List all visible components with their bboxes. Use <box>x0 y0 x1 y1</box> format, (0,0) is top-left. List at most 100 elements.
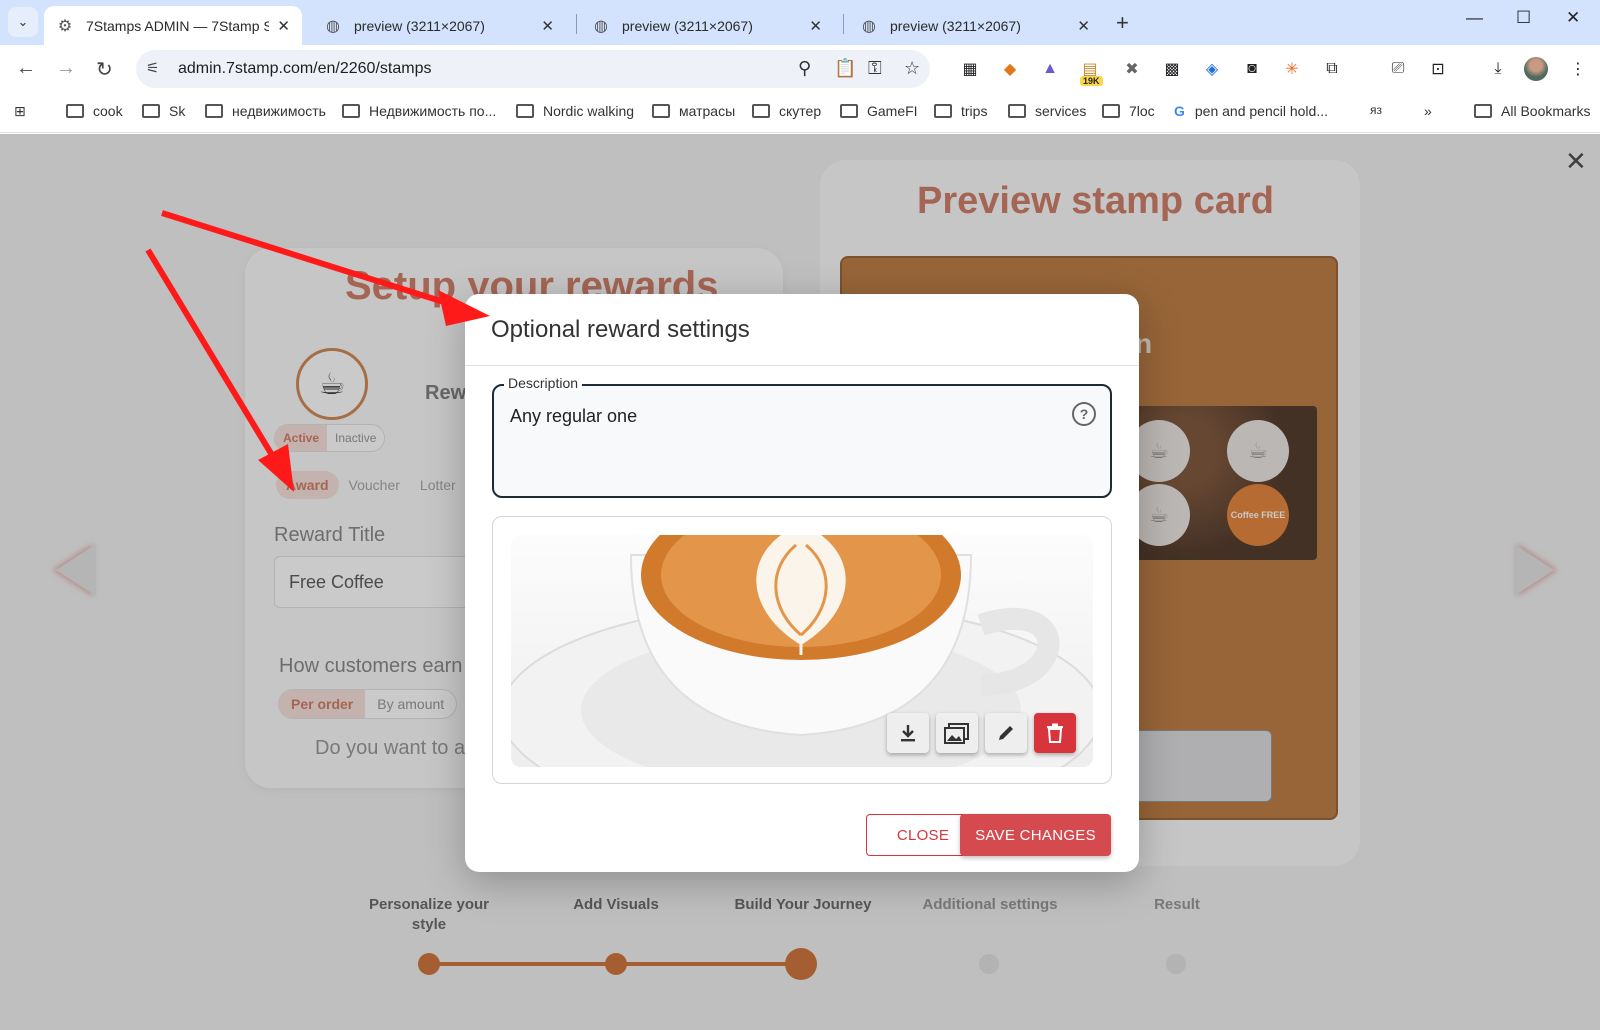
bookmark-label: services <box>1035 103 1087 119</box>
delete-icon <box>1047 723 1063 743</box>
globe-icon: ◍ <box>594 17 608 35</box>
bookmark-label: матрасы <box>679 103 736 119</box>
reward-image-panel <box>492 516 1112 784</box>
google-icon: G <box>1174 103 1185 119</box>
bookmark-label: Nordic walking <box>543 103 635 119</box>
bookmark-folder[interactable]: недвижимость <box>205 103 326 119</box>
close-tab-icon[interactable]: ✕ <box>809 17 822 35</box>
bookmark-label: GameFI <box>867 103 918 119</box>
all-bookmarks-folder[interactable]: All Bookmarks <box>1474 103 1590 119</box>
bookmark-folder[interactable]: cook <box>66 103 123 119</box>
bookmarks-bar: ⊞ cook Sk недвижимость Недвижимость по..… <box>0 93 1600 133</box>
browser-tab-3[interactable]: ◍ preview (3211×2067) ✕ <box>580 6 834 45</box>
key-icon[interactable]: ⚿ <box>868 58 882 79</box>
bookmark-folder[interactable]: Sk <box>142 103 185 119</box>
bookmark-label: pen and pencil hold... <box>1194 103 1328 119</box>
tab-divider <box>576 14 577 34</box>
bookmark-folder[interactable]: trips <box>934 103 987 119</box>
browser-tab-4[interactable]: ◍ preview (3211×2067) ✕ <box>848 6 1102 45</box>
bookmark-folder[interactable]: матрасы <box>652 103 735 119</box>
ethereum-icon[interactable]: ▲ <box>1040 59 1060 79</box>
globe-icon: ◍ <box>326 17 340 35</box>
choose-image-button[interactable] <box>936 713 978 753</box>
cast-icon[interactable]: ⎚ <box>1388 59 1408 79</box>
bookmark-link[interactable]: яз <box>1370 103 1382 117</box>
extension-badge: 19K <box>1080 76 1103 86</box>
delete-image-button[interactable] <box>1034 713 1076 753</box>
close-tab-icon[interactable]: ✕ <box>277 17 290 35</box>
bookmark-label: Sk <box>169 103 186 119</box>
tag-extension-icon[interactable]: ◈ <box>1202 59 1222 79</box>
bookmark-folder[interactable]: Недвижимость по... <box>342 103 496 119</box>
bookmark-label: недвижимость <box>232 103 326 119</box>
forward-icon[interactable]: → <box>56 57 76 80</box>
folder-icon <box>66 104 84 118</box>
bookmark-link[interactable]: Gpen and pencil hold... <box>1174 103 1328 119</box>
folder-icon <box>516 104 534 118</box>
browser-toolbar: ← → ↻ ⚟ admin.7stamp.com/en/2260/stamps … <box>0 45 1600 93</box>
bookmark-label: cook <box>93 103 123 119</box>
bug-extension-icon[interactable]: ✖ <box>1122 59 1142 79</box>
description-label: Description <box>504 375 583 391</box>
folder-icon <box>1008 104 1026 118</box>
optional-reward-settings-dialog: Optional reward settings Description Any… <box>465 294 1139 872</box>
bookmark-folder[interactable]: Nordic walking <box>516 103 634 119</box>
refresh-extension-icon[interactable]: ◙ <box>1242 59 1262 79</box>
folder-icon <box>342 104 360 118</box>
tab-divider <box>843 14 844 34</box>
save-changes-button[interactable]: SAVE CHANGES <box>960 814 1111 856</box>
bookmark-folder[interactable]: скутер <box>752 103 821 119</box>
globe-icon: ◍ <box>862 17 876 35</box>
bookmark-folder[interactable]: services <box>1008 103 1086 119</box>
screenshot-icon[interactable]: ⊡ <box>1428 59 1448 79</box>
download-icon[interactable]: ⤓ <box>1488 59 1508 79</box>
folder-icon <box>1474 104 1492 118</box>
window-close-icon[interactable]: ✕ <box>1566 8 1580 28</box>
bookmark-folder[interactable]: GameFI <box>840 103 918 119</box>
profile-avatar[interactable] <box>1524 57 1548 81</box>
clipboard-icon[interactable]: 📋 <box>834 58 856 79</box>
browser-tabstrip: ⌄ ⚙ 7Stamps ADMIN — 7Stamp Sh ✕ ◍ previe… <box>0 0 1600 45</box>
tab-search-button[interactable]: ⌄ <box>8 7 38 37</box>
bookmark-label: All Bookmarks <box>1501 103 1591 119</box>
bookmark-label: 7loc <box>1129 103 1155 119</box>
apps-grid-icon[interactable]: ⊞ <box>14 103 26 120</box>
tab-title: preview (3211×2067) <box>622 17 753 34</box>
description-value[interactable]: Any regular one <box>510 406 637 427</box>
bookmark-label: скутер <box>779 103 822 119</box>
tab-title: preview (3211×2067) <box>890 17 1021 34</box>
sparkle-extension-icon[interactable]: ✳ <box>1282 59 1302 79</box>
back-icon[interactable]: ← <box>16 57 36 80</box>
more-bookmarks-icon[interactable]: » <box>1424 103 1432 119</box>
close-tab-icon[interactable]: ✕ <box>541 17 554 35</box>
edit-image-button[interactable] <box>985 713 1027 753</box>
description-field[interactable]: Description Any regular one ? <box>492 375 1112 498</box>
reload-icon[interactable]: ↻ <box>96 57 113 82</box>
minimize-icon[interactable]: — <box>1466 8 1483 28</box>
close-tab-icon[interactable]: ✕ <box>1077 17 1090 35</box>
new-tab-button[interactable]: + <box>1116 10 1129 36</box>
browser-tab-1[interactable]: ⚙ 7Stamps ADMIN — 7Stamp Sh ✕ <box>44 6 302 45</box>
gear-icon: ⚙ <box>57 17 73 35</box>
address-bar[interactable]: ⚟ admin.7stamp.com/en/2260/stamps ⚲ 📋 ⚿ … <box>136 50 930 88</box>
star-icon[interactable]: ☆ <box>904 58 920 79</box>
browser-tab-2[interactable]: ◍ preview (3211×2067) ✕ <box>312 6 566 45</box>
download-image-button[interactable] <box>887 713 929 753</box>
folder-icon <box>142 104 160 118</box>
location-icon[interactable]: ⚲ <box>798 58 811 79</box>
site-info-icon[interactable]: ⚟ <box>146 59 159 77</box>
bookmark-label: Недвижимость по... <box>369 103 497 119</box>
bookmark-folder[interactable]: 7loc <box>1102 103 1155 119</box>
tab-title: preview (3211×2067) <box>354 17 485 34</box>
extensions-puzzle-icon[interactable]: ⧉ <box>1322 59 1342 79</box>
edit-icon <box>999 726 1013 740</box>
help-icon[interactable]: ? <box>1072 402 1096 426</box>
qr-code-icon[interactable]: ▩ <box>1162 59 1182 79</box>
metamask-icon[interactable]: ◆ <box>1000 59 1020 79</box>
menu-kebab-icon[interactable]: ⋮ <box>1568 59 1588 79</box>
folder-icon <box>840 104 858 118</box>
maximize-icon[interactable]: ☐ <box>1516 8 1531 28</box>
qr-extension-icon[interactable]: ▦ <box>960 59 980 79</box>
folder-icon <box>1102 104 1120 118</box>
download-icon <box>901 725 915 742</box>
